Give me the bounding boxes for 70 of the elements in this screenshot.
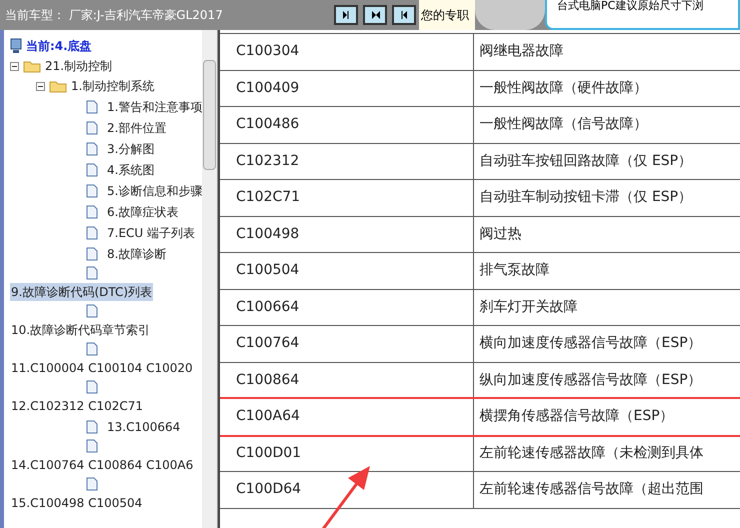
notice-text: 您的专职 [419,0,475,30]
code-cell: C102312 [220,143,473,180]
document-icon [86,184,98,198]
tree-item[interactable]: 4.系统图 [106,160,156,178]
code-cell: C100504 [220,252,473,289]
description-cell: 一般性阀故障（硬件故障） [473,70,740,106]
minus-icon [38,84,43,88]
document-icon [86,226,98,240]
description-cell: 左前轮速传感器信号故障（超出范围 [473,472,740,508]
code-cell: C100304 [220,34,473,70]
document-icon [86,380,98,394]
vehicle-title: 当前车型： 厂家:J-吉利汽车帝豪GL2017 [4,7,224,24]
folder-label[interactable]: 21.制动控制 [45,57,112,75]
description-cell: 排气泵故障 [473,252,740,289]
document-icon [86,304,98,318]
minus-icon [12,64,17,68]
tree-item[interactable]: 10.故障诊断代码章节索引 [10,321,152,339]
description-cell: 一般性阀故障（信号故障） [473,106,740,143]
code-cell: C100864 [220,362,473,398]
document-icon [86,420,98,434]
description-cell: 横向加速度传感器信号故障（ESP） [473,326,740,362]
tree-item[interactable]: 14.C100764 C100864 C100A6 [10,456,194,474]
description-cell: 刹车灯开关故障 [473,289,740,326]
tree-item[interactable]: 13.C100664 [106,418,182,436]
tree-item[interactable]: 11.C100004 C100104 C10020 [10,359,194,377]
tree-item[interactable]: 9.故障诊断代码(DTC)列表 [10,283,154,301]
banner-text: 台式电脑PC建议原始尺寸下浏 [557,0,704,12]
code-cell: C100498 [220,216,473,252]
tree-item[interactable]: 8.故障诊断 [106,244,168,262]
collapse-toggle[interactable] [10,62,19,70]
tree-item[interactable]: 15.C100498 C100504 [10,494,144,512]
current-section: 当前:4.底盘 [26,37,92,55]
code-cell: C100A64 [220,398,473,435]
computer-icon [10,38,22,54]
tree-item[interactable]: 6.故障症状表 [106,202,180,220]
code-cell: C100409 [220,70,473,106]
tree-item[interactable]: 5.诊断信息和步骤 [106,182,202,200]
tree-item[interactable]: 2.部件位置 [106,118,168,136]
description-cell: 阀继电器故障 [473,34,740,70]
document-icon [86,246,98,260]
description-cell: 阀过热 [473,216,740,252]
document-icon [86,162,98,176]
document-icon [86,439,98,453]
code-cell: C100764 [220,326,473,362]
panel-arrow-button[interactable] [392,5,416,25]
document-icon [86,100,98,114]
code-cell: C102C71 [220,180,473,216]
panel-arrow-button[interactable] [363,5,387,25]
collapse-toggle[interactable] [36,82,45,90]
document-icon [86,204,98,218]
document-icon [86,477,98,491]
code-cell: C100486 [220,106,473,143]
description-cell: 左前轮速传感器故障（未检测到具体 [473,435,740,472]
document-icon [86,266,98,280]
document-icon [86,342,98,356]
folder-label[interactable]: 1.制动控制系统 [71,77,154,95]
document-icon [86,142,98,156]
arrow-icon [369,10,381,20]
document-icon [86,120,98,134]
tree-item[interactable]: 7.ECU 端子列表 [106,224,196,242]
panel-arrow-button[interactable] [334,5,358,25]
folder-icon [23,59,41,73]
tree-item[interactable]: 3.分解图 [106,140,156,158]
folder-icon [49,79,67,93]
code-cell: C100664 [220,289,473,326]
cartoon-placeholder [475,0,545,30]
description-cell: 自动驻车按钮回路故障（仅 ESP） [473,143,740,180]
tree-item[interactable]: 1.警告和注意事项 [106,98,202,116]
tree-item[interactable]: 12.C102312 C102C71 [10,397,144,415]
description-cell: 自动驻车制动按钮卡滞（仅 ESP） [473,180,740,216]
